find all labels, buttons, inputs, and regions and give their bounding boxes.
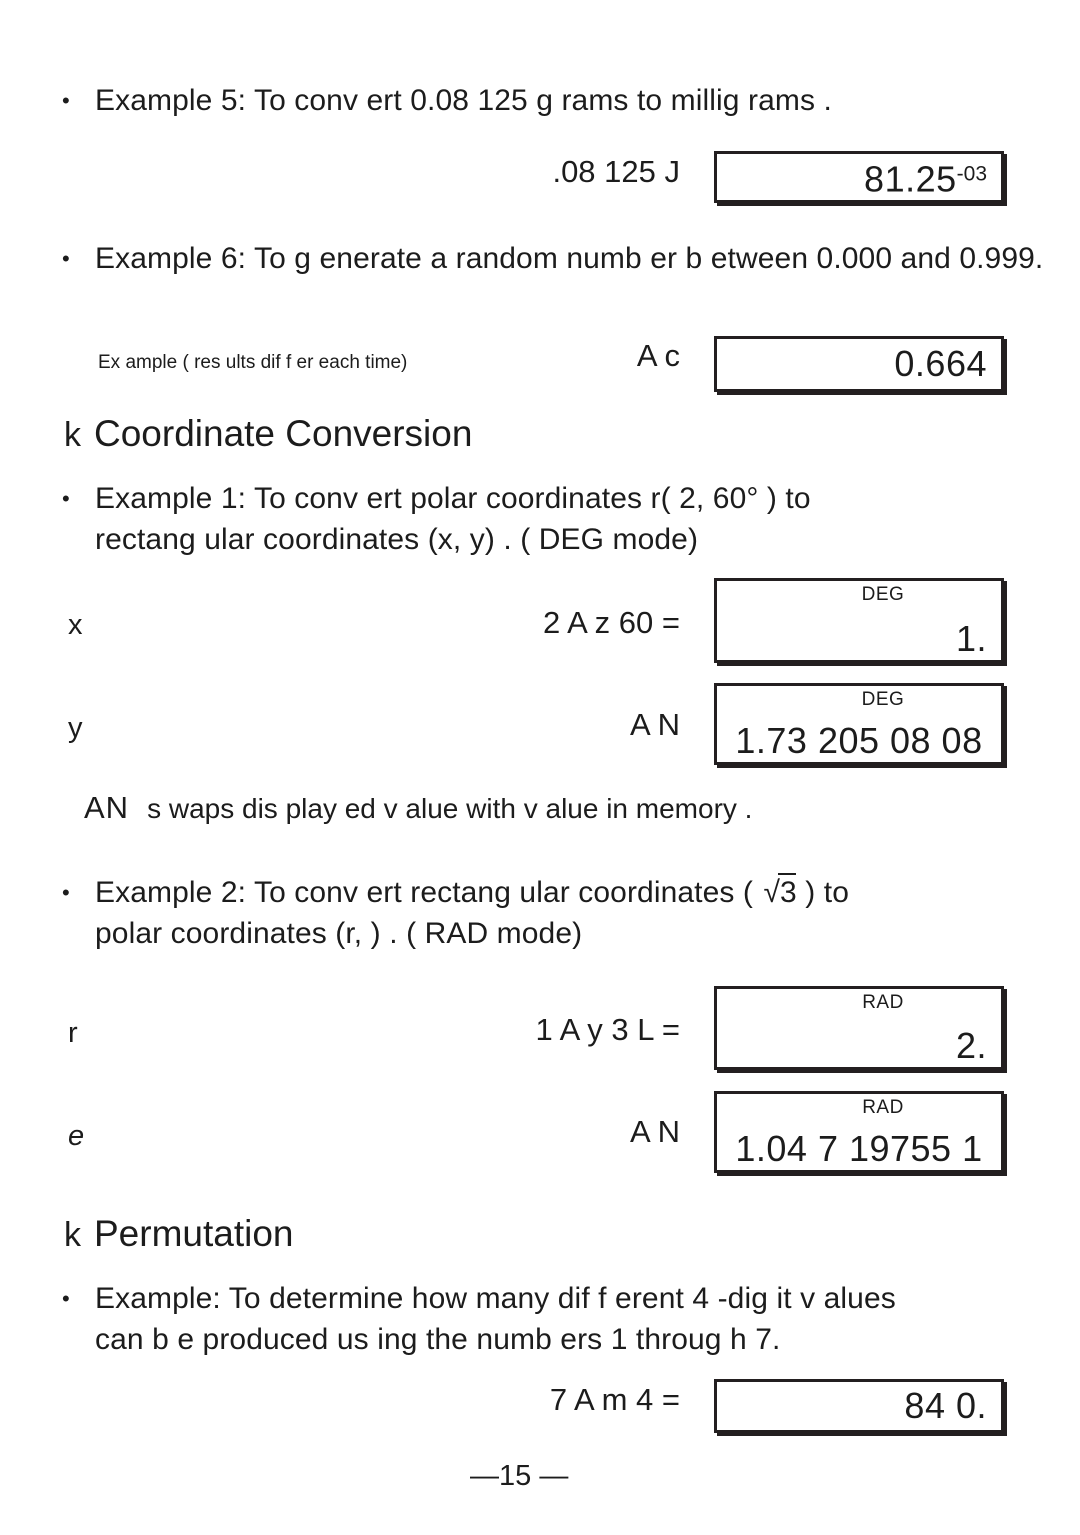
permutation-display-value: 84 0. [904,1385,987,1426]
example-5-display: 81.25-03 [714,151,1004,203]
example-5-display-value: 81.25-03 [864,155,987,200]
example-5-display-mantissa: 81.25 [864,158,957,200]
example-6-display: 0.664 [714,336,1004,392]
example-6-text: Example 6: To g enerate a random numb er… [95,242,1044,275]
coord-example-2-line1-prefix: Example 2: To conv ert rectang ular coor… [95,876,762,909]
row-theta-keystrokes: A N [630,1114,680,1149]
row-label-x: x [68,609,83,641]
example-5-keystrokes: .08 125 J [552,154,680,189]
example-5-paragraph: • Example 5: To conv ert 0.08 125 g rams… [62,80,1062,121]
section-marker-glyph: k [64,1216,81,1254]
section-marker-glyph: k [64,416,81,454]
section-heading-coordinate-conversion-title: Coordinate Conversion [94,413,473,454]
coord-example-1-line1: Example 1: To conv ert polar coordinates… [95,482,811,515]
bullet-icon: • [62,1286,70,1311]
square-root-icon: √ 3 [761,872,797,913]
bullet-icon: • [62,88,70,113]
row-x-display-mode: DEG [861,584,905,605]
row-theta-display: RAD 1.04 7 19755 1 [714,1091,1004,1173]
row-y-display-value: 1.73 205 08 08 [735,720,983,761]
coord-example-2-line1-suffix: ) to [796,876,850,909]
section-heading-permutation-title: Permutation [94,1213,294,1254]
coord-example-2-line2: polar coordinates (r, ) . ( RAD mode) [95,917,583,950]
coord-example-1-line2: rectang ular coordinates (x, y) . ( DEG … [95,523,699,556]
permutation-example-line2: can b e produced us ing the numb ers 1 t… [95,1323,781,1356]
row-label-theta: e [68,1120,85,1152]
example-5-display-exponent: -03 [956,162,987,186]
bullet-icon: • [62,246,70,271]
example-6-paragraph: • Example 6: To g enerate a random numb … [62,238,1067,279]
permutation-example-line1: Example: To determine how many dif f ere… [95,1282,896,1315]
row-x-keystrokes: 2 A z 60 = [542,605,680,640]
page-number: —15 — [470,1460,569,1492]
example-6-display-value: 0.664 [894,343,987,384]
row-y-display: DEG 1.73 205 08 08 [714,683,1004,765]
memory-swap-note-text: s waps dis play ed v alue with v alue in… [147,793,753,824]
row-label-y: y [68,712,83,744]
coord-example-2-paragraph: • Example 2: To conv ert rectang ular co… [62,872,1072,954]
row-r-keystrokes: 1 A y 3 L = [535,1012,681,1047]
row-r-display-value: 2. [955,1025,987,1066]
coord-example-1-paragraph: • Example 1: To conv ert polar coordinat… [62,478,1072,560]
coord-example-2-radicand: 3 [780,876,797,909]
memory-swap-note: AN s waps dis play ed v alue with v alue … [84,790,752,827]
memory-swap-note-keys: AN [84,790,130,825]
row-theta-display-value: 1.04 7 19755 1 [735,1128,983,1169]
example-6-note: Ex ample ( res ults dif f er each time) [98,352,408,373]
example-5-text: Example 5: To conv ert 0.08 125 g rams t… [95,84,832,117]
section-heading-permutation: k Permutation [64,1212,294,1257]
row-x-display: DEG 1. [714,578,1004,663]
section-heading-coordinate-conversion: k Coordinate Conversion [64,412,472,457]
row-theta-display-mode: RAD [862,1097,904,1118]
permutation-example-paragraph: • Example: To determine how many dif f e… [62,1278,1080,1360]
manual-page: • Example 5: To conv ert 0.08 125 g rams… [0,0,1080,1535]
row-label-r: r [68,1017,78,1049]
row-x-display-value: 1. [955,618,987,659]
row-y-display-mode: DEG [861,689,905,710]
row-r-display-mode: RAD [862,992,904,1013]
row-y-keystrokes: A N [630,707,680,742]
example-6-keystrokes: A c [636,338,680,373]
permutation-display: 84 0. [714,1379,1004,1433]
bullet-icon: • [62,880,70,905]
bullet-icon: • [62,486,70,511]
row-r-display: RAD 2. [714,986,1004,1070]
permutation-keystrokes: 7 A m 4 = [549,1382,680,1417]
